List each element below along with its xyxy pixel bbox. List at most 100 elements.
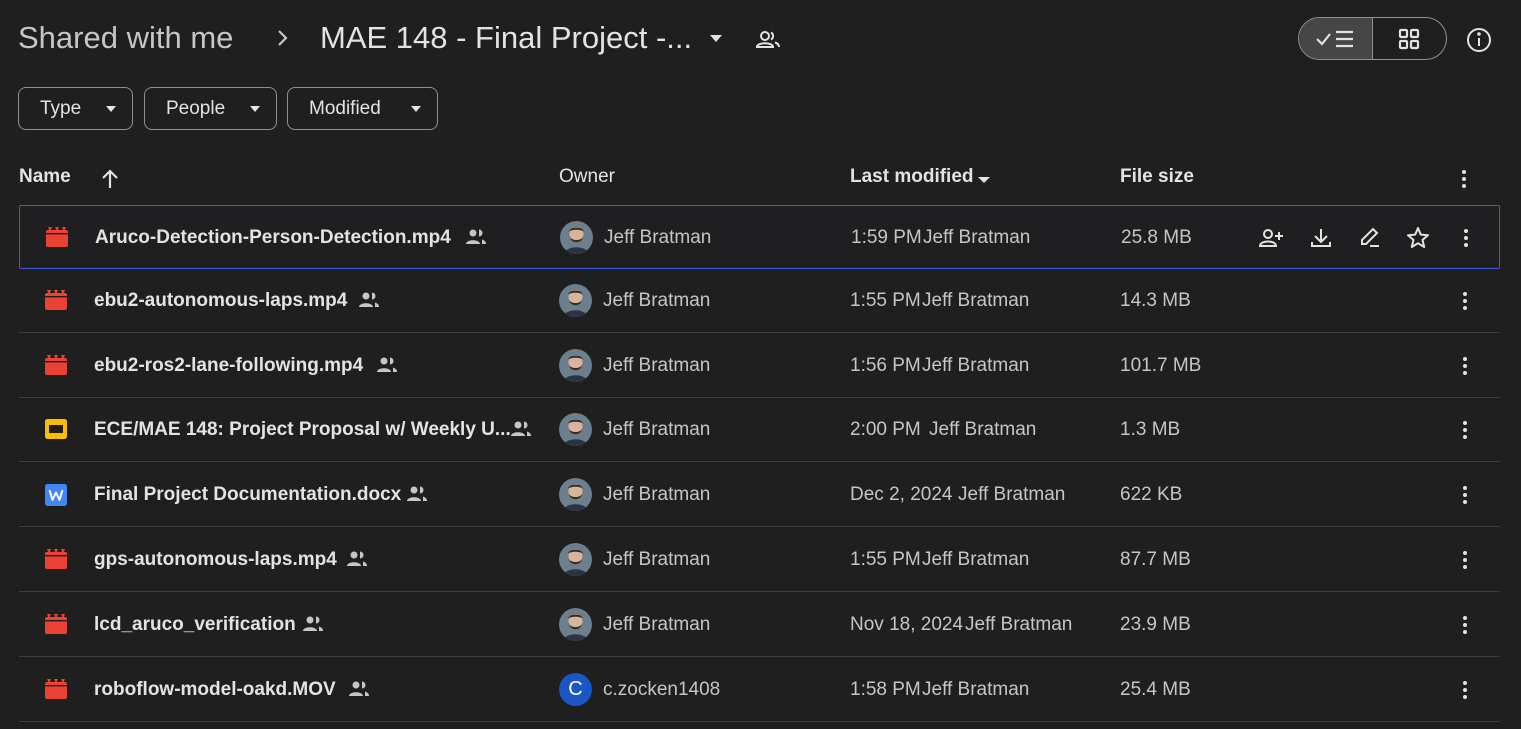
video-file-icon	[45, 355, 67, 375]
shared-icon	[405, 482, 429, 506]
file-row[interactable]: ECE/MAE 148: Project Proposal w/ Weekly …	[19, 398, 1500, 462]
video-file-icon	[45, 614, 67, 634]
column-header-owner[interactable]: Owner	[559, 166, 615, 188]
file-name[interactable]: ECE/MAE 148: Project Proposal w/ Weekly …	[94, 419, 511, 441]
more-vert-icon[interactable]	[1453, 612, 1477, 638]
star-icon[interactable]	[1405, 225, 1431, 251]
check-list-icon	[1315, 28, 1355, 50]
filter-type-chip[interactable]: Type	[18, 87, 133, 130]
file-size: 1.3 MB	[1120, 419, 1181, 440]
avatar-initial: C	[568, 678, 583, 700]
file-owner: c.zocken1408	[603, 679, 721, 700]
more-vert-icon[interactable]	[1453, 288, 1477, 314]
file-size: 25.8 MB	[1121, 227, 1192, 248]
video-file-icon	[45, 549, 67, 569]
file-size: 23.9 MB	[1120, 614, 1191, 635]
file-modified-by: Jeff Bratman	[922, 290, 1030, 311]
file-modified-date: 1:59 PM	[851, 227, 922, 248]
file-size: 101.7 MB	[1120, 355, 1202, 376]
more-vert-icon[interactable]	[1453, 417, 1477, 443]
file-size: 25.4 MB	[1120, 679, 1191, 700]
shared-icon	[347, 677, 371, 701]
breadcrumb-shared-with-me[interactable]: Shared with me	[18, 20, 233, 56]
list-view-button[interactable]	[1299, 18, 1373, 59]
more-vert-icon[interactable]	[1452, 167, 1476, 191]
filter-type-label: Type	[40, 97, 82, 119]
avatar	[559, 608, 592, 641]
people-icon[interactable]	[754, 26, 782, 54]
arrow-drop-down-icon[interactable]	[708, 30, 724, 46]
file-owner: Jeff Bratman	[603, 549, 711, 570]
file-row[interactable]: Aruco-Detection-Person-Detection.mp4 Jef…	[19, 205, 1500, 269]
file-name[interactable]: ebu2-autonomous-laps.mp4	[94, 290, 347, 312]
file-modified-by: Jeff Bratman	[929, 419, 1037, 440]
breadcrumb-current-folder[interactable]: MAE 148 - Final Project -...	[320, 20, 692, 56]
file-modified-date: 1:56 PM	[850, 355, 921, 376]
file-modified-date: 1:58 PM	[850, 679, 921, 700]
video-file-icon	[46, 227, 68, 247]
file-modified-by: Jeff Bratman	[922, 355, 1030, 376]
share-icon[interactable]	[1258, 225, 1284, 251]
grid-view-button[interactable]	[1373, 18, 1447, 59]
rename-icon[interactable]	[1357, 225, 1383, 251]
file-name[interactable]: roboflow-model-oakd.MOV	[94, 679, 336, 701]
file-name[interactable]: gps-autonomous-laps.mp4	[94, 549, 337, 571]
file-owner: Jeff Bratman	[603, 614, 711, 635]
avatar	[560, 221, 593, 254]
avatar	[559, 413, 592, 446]
more-vert-icon[interactable]	[1453, 353, 1477, 379]
file-owner: Jeff Bratman	[603, 484, 711, 505]
file-row[interactable]: roboflow-model-oakd.MOV C c.zocken1408 1…	[19, 658, 1500, 722]
arrow-drop-down-icon[interactable]	[977, 176, 991, 184]
file-size: 87.7 MB	[1120, 549, 1191, 570]
file-row[interactable]: ebu2-autonomous-laps.mp4 Jeff Bratman 1:…	[19, 269, 1500, 333]
grid-icon	[1398, 28, 1420, 50]
file-name[interactable]: ebu2-ros2-lane-following.mp4	[94, 355, 363, 377]
column-header-name[interactable]: Name	[19, 166, 71, 188]
file-modified-by: Jeff Bratman	[965, 614, 1073, 635]
more-vert-icon[interactable]	[1454, 225, 1478, 251]
download-icon[interactable]	[1308, 225, 1334, 251]
file-modified-by: Jeff Bratman	[922, 679, 1030, 700]
arrow-up-icon[interactable]	[100, 168, 120, 190]
file-size: 14.3 MB	[1120, 290, 1191, 311]
shared-icon	[357, 288, 381, 312]
more-vert-icon[interactable]	[1453, 482, 1477, 508]
file-size: 622 KB	[1120, 484, 1183, 505]
column-header-file-size[interactable]: File size	[1120, 166, 1194, 188]
file-row[interactable]: ebu2-ros2-lane-following.mp4 Jeff Bratma…	[19, 334, 1500, 398]
column-header-last-modified[interactable]: Last modified	[850, 166, 974, 188]
file-row[interactable]: lcd_aruco_verification Jeff Bratman Nov …	[19, 593, 1500, 657]
file-name[interactable]: Aruco-Detection-Person-Detection.mp4	[95, 227, 451, 249]
file-modified-by: Jeff Bratman	[922, 549, 1030, 570]
file-name[interactable]: lcd_aruco_verification	[94, 614, 296, 636]
page-header: Shared with me MAE 148 - Final Project -…	[0, 0, 1521, 78]
file-modified-date: 1:55 PM	[850, 549, 921, 570]
video-file-icon	[45, 290, 67, 310]
file-modified-date: 2:00 PM	[850, 419, 921, 440]
avatar	[559, 284, 592, 317]
file-modified-date: Nov 18, 2024	[850, 614, 964, 635]
file-row[interactable]: Final Project Documentation.docx Jeff Br…	[19, 463, 1500, 527]
video-file-icon	[45, 679, 67, 699]
file-owner: Jeff Bratman	[604, 227, 712, 248]
chevron-right-icon	[274, 26, 292, 50]
slides-file-icon	[45, 419, 67, 439]
file-row[interactable]: gps-autonomous-laps.mp4 Jeff Bratman 1:5…	[19, 528, 1500, 592]
arrow-drop-down-icon	[106, 105, 116, 113]
filter-people-label: People	[166, 97, 226, 119]
avatar: C	[559, 673, 592, 706]
shared-icon	[345, 547, 369, 571]
arrow-drop-down-icon	[411, 105, 421, 113]
shared-icon	[375, 353, 399, 377]
file-owner: Jeff Bratman	[603, 355, 711, 376]
shared-icon	[301, 612, 325, 636]
file-name[interactable]: Final Project Documentation.docx	[94, 484, 401, 506]
more-vert-icon[interactable]	[1453, 547, 1477, 573]
more-vert-icon[interactable]	[1453, 677, 1477, 703]
filter-modified-label: Modified	[309, 97, 381, 119]
filter-people-chip[interactable]: People	[144, 87, 277, 130]
info-icon[interactable]	[1464, 25, 1494, 55]
file-owner: Jeff Bratman	[603, 419, 711, 440]
filter-modified-chip[interactable]: Modified	[287, 87, 438, 130]
